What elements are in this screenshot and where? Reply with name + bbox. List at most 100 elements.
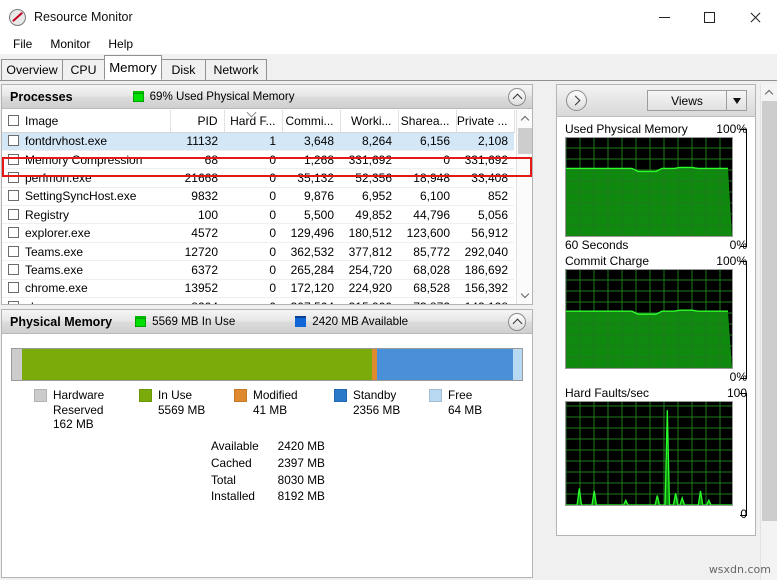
cell-image: perfmon.exe — [2, 168, 170, 188]
maximize-icon — [704, 11, 715, 23]
processes-table-header-row: Image PID Hard F... Commi... Worki... Sh… — [2, 110, 515, 133]
tab-network[interactable]: Network — [205, 59, 267, 80]
physical-memory-panel-header[interactable]: Physical Memory 5569 MB In Use 2420 MB A… — [2, 310, 532, 334]
column-header-image[interactable]: Image — [2, 110, 171, 133]
cell-image-label: chrome.exe — [25, 300, 88, 304]
row-checkbox[interactable] — [8, 153, 19, 165]
cell-image: explorer.exe — [2, 223, 170, 243]
physical-memory-collapse-button[interactable] — [508, 313, 526, 331]
cell-private: 331,692 — [456, 150, 514, 170]
graph-canvas — [565, 137, 733, 237]
maximize-button[interactable] — [687, 0, 732, 34]
cell-commit: 3,648 — [282, 132, 340, 151]
watermark: wsxdn.com — [708, 563, 771, 576]
tab-cpu[interactable]: CPU — [62, 59, 105, 80]
scrollbar-thumb[interactable] — [518, 128, 532, 154]
scrollbar-thumb[interactable] — [762, 101, 777, 521]
table-row[interactable]: fontdrvhost.exe 11132 1 3,648 8,264 6,156 2,10… — [2, 132, 514, 151]
row-checkbox[interactable] — [8, 171, 19, 183]
caret-down-icon — [732, 97, 741, 104]
cell-private: 5,056 — [456, 205, 514, 225]
scroll-up-button[interactable] — [517, 110, 532, 127]
graph-range-bracket — [740, 261, 747, 369]
memory-usage-bar-segments — [12, 349, 522, 380]
table-row[interactable]: explorer.exe 4572 0 129,496 180,512 123,600 56… — [2, 223, 514, 243]
cell-pid: 4572 — [170, 223, 224, 243]
cell-image: Memory Compression — [2, 150, 170, 170]
table-row[interactable]: chrome.exe 82040307,564315,90073,872142,1… — [2, 297, 514, 304]
table-row[interactable]: Teams.exe 6372 0 265,284 254,720 68,028 186,69… — [2, 260, 514, 280]
tab-overview[interactable]: Overview — [1, 59, 63, 80]
minimize-button[interactable] — [642, 0, 687, 34]
views-toolbar: Views — [557, 85, 755, 117]
graph-canvas — [565, 269, 733, 369]
processes-panel-header[interactable]: Processes 69% Used Physical Memory — [2, 85, 532, 109]
table-row[interactable]: SettingSyncHost.exe 9832 0 9,876 6,952 6,100 8… — [2, 187, 514, 207]
cell-shareable: 68,528 — [398, 279, 456, 299]
row-checkbox[interactable] — [8, 245, 19, 257]
tab-disk[interactable]: Disk — [161, 59, 206, 80]
cell-working: 49,852 — [340, 205, 398, 225]
table-row[interactable]: Teams.exe 12720 0 362,532 377,812 85,772 292,0… — [2, 242, 514, 262]
used-physical-memory-stat: 69% Used Physical Memory — [132, 90, 295, 103]
cell-commit: 1,268 — [282, 150, 340, 170]
cell-image: Teams.exe — [2, 260, 170, 280]
row-checkbox[interactable] — [8, 263, 19, 275]
window-title: Resource Monitor — [34, 10, 133, 24]
graph-range-bracket-bottom — [740, 506, 747, 516]
views-dropdown-button[interactable] — [726, 91, 746, 110]
close-icon — [749, 11, 761, 23]
column-header-commit[interactable]: Commi... — [282, 110, 341, 133]
row-checkbox[interactable] — [8, 208, 19, 220]
close-button[interactable] — [732, 0, 777, 34]
in-use-stat: 5569 MB In Use — [135, 315, 235, 328]
processes-collapse-button[interactable] — [508, 88, 526, 106]
cell-commit: 362,532 — [282, 242, 340, 262]
graph-caption: Commit Charge 100% — [565, 253, 747, 269]
cell-hard-faults: 0 — [224, 150, 282, 170]
memory-segment-free — [512, 349, 522, 380]
cell-pid: 12720 — [170, 242, 224, 262]
menu-item-help[interactable]: Help — [99, 35, 142, 53]
summary-value: 8030 MB — [277, 472, 325, 487]
graph-hard-faults: Hard Faults/sec 100 0 — [565, 385, 747, 521]
row-checkbox[interactable] — [8, 300, 19, 304]
cell-hard-faults: 0 — [224, 297, 282, 304]
physical-memory-panel: Physical Memory 5569 MB In Use 2420 MB A… — [1, 309, 533, 578]
row-checkbox[interactable] — [8, 282, 19, 294]
scroll-up-button[interactable] — [761, 84, 777, 101]
row-checkbox[interactable] — [8, 190, 19, 202]
column-header-working[interactable]: Worki... — [340, 110, 399, 133]
views-button[interactable]: Views — [647, 90, 747, 111]
table-row[interactable]: Memory Compression 68 0 1,268 331,692 0 331,69… — [2, 150, 514, 170]
views-button-label: Views — [671, 93, 703, 108]
menu-item-monitor[interactable]: Monitor — [41, 35, 99, 53]
scroll-down-button[interactable] — [517, 287, 533, 304]
table-row[interactable]: perfmon.exe 21668 0 35,132 52,356 18,948 33,40… — [2, 168, 514, 188]
row-checkbox[interactable] — [8, 135, 19, 147]
column-header-private[interactable]: Private ... — [456, 110, 515, 133]
cell-image-label: Registry — [25, 207, 70, 222]
menu-item-file[interactable]: File — [4, 35, 41, 53]
select-all-checkbox[interactable] — [8, 114, 19, 126]
cell-shareable: 6,100 — [398, 187, 456, 207]
expand-pane-button[interactable] — [566, 90, 587, 111]
tab-memory[interactable]: Memory — [104, 55, 162, 80]
row-checkbox[interactable] — [8, 227, 19, 239]
used-physical-memory-text: 69% Used Physical Memory — [149, 90, 295, 103]
cell-image-label: perfmon.exe — [25, 170, 92, 185]
processes-table-container[interactable]: Image PID Hard F... Commi... Worki... Sh… — [2, 110, 532, 304]
processes-scrollbar[interactable] — [516, 110, 532, 304]
cell-working: 180,512 — [340, 223, 398, 243]
table-row[interactable]: Registry 100 0 5,500 49,852 44,796 5,056 — [2, 205, 514, 225]
cell-image-label: Teams.exe — [25, 262, 84, 277]
resource-monitor-icon — [9, 8, 26, 26]
legend-item-inuse: In Use 5569 MB — [139, 388, 205, 417]
column-header-pid[interactable]: PID — [170, 110, 225, 133]
column-header-hard-faults[interactable]: Hard F... — [224, 110, 283, 133]
column-header-shareable[interactable]: Sharea... — [398, 110, 457, 133]
table-row[interactable]: chrome.exe 13952 0 172,120 224,920 68,528 156,… — [2, 279, 514, 299]
window-scrollbar[interactable] — [760, 84, 777, 580]
graph-used-physical-memory: Used Physical Memory 100% 60 Seconds 0% — [565, 121, 747, 252]
cell-pid: 8204 — [170, 297, 224, 304]
